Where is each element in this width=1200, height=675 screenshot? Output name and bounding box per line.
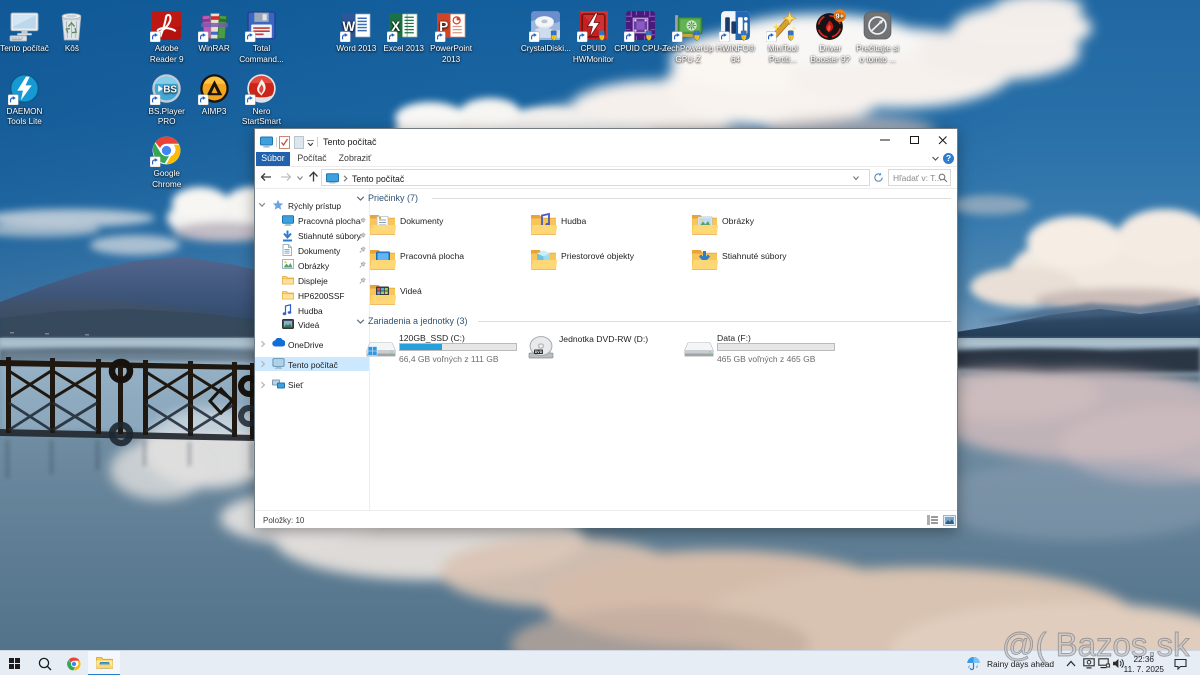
svg-text:BS: BS xyxy=(164,84,178,95)
svg-text:9+: 9+ xyxy=(835,11,844,20)
svg-text:DVD: DVD xyxy=(535,350,543,354)
